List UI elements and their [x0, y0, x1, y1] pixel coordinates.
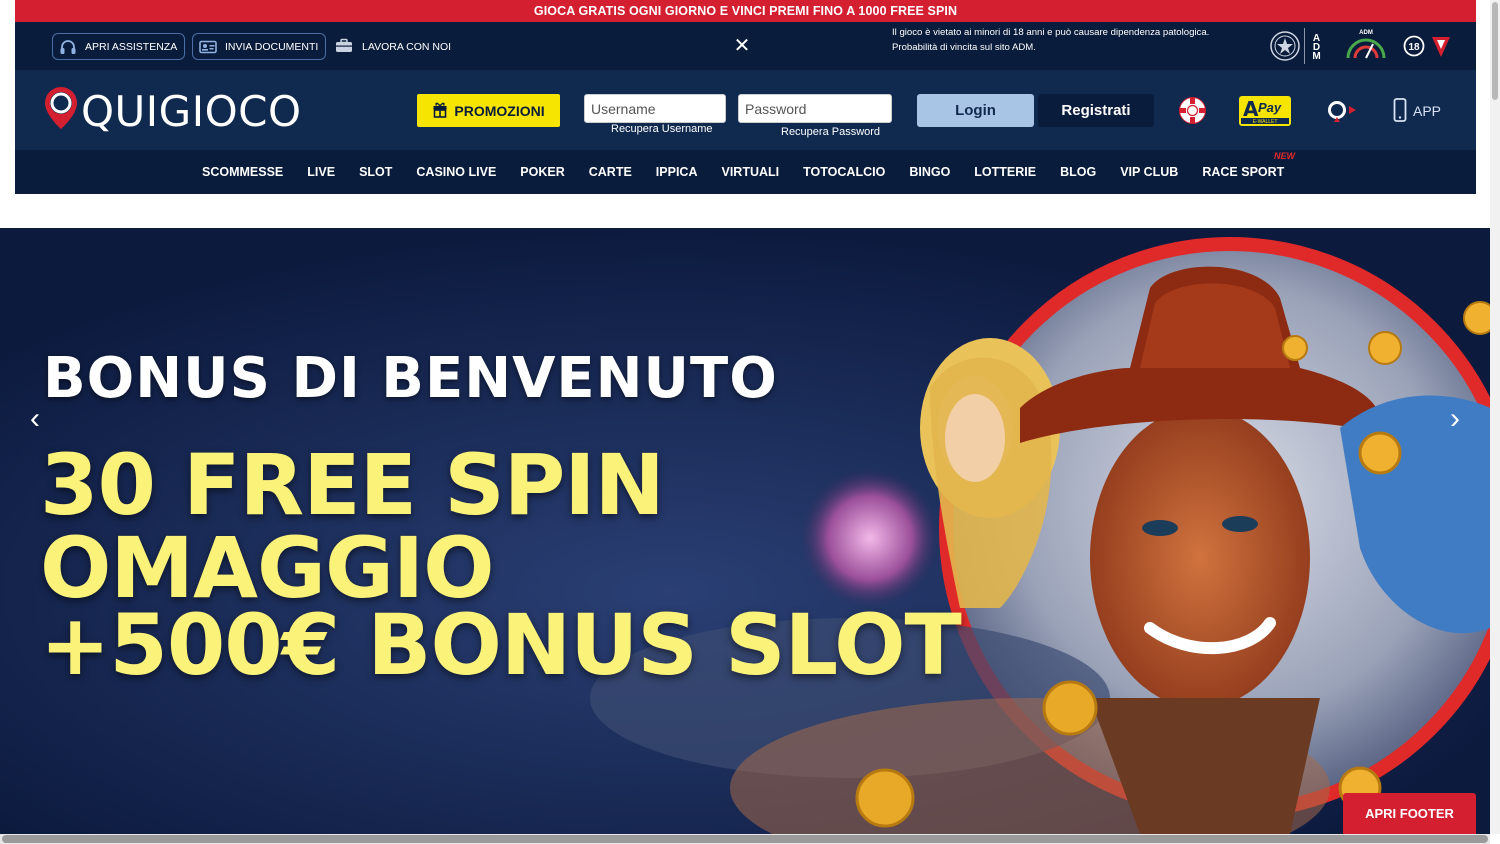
nav-item-carte[interactable]: CARTE: [589, 165, 632, 179]
nav-item-bingo[interactable]: BINGO: [909, 165, 950, 179]
utility-bar: APRI ASSISTENZA INVIA DOCUMENTI LAVORA C…: [15, 22, 1476, 70]
nav-item-ippica[interactable]: IPPICA: [656, 165, 698, 179]
nav-item-poker[interactable]: POKER: [520, 165, 564, 179]
promotions-label: PROMOZIONI: [454, 102, 545, 119]
location-pin-icon: [43, 85, 79, 138]
new-badge: NEW: [1274, 151, 1295, 161]
nav-item-casino-live[interactable]: CASINO LIVE: [416, 165, 496, 179]
main-navigation: SCOMMESSE LIVE SLOT CASINO LIVE POKER CA…: [15, 150, 1476, 194]
age-18-icon: 18: [1402, 28, 1426, 64]
smartphone-icon: [1393, 97, 1407, 125]
promotions-button[interactable]: PROMOZIONI: [417, 94, 560, 127]
svg-text:A: A: [1243, 97, 1259, 121]
send-documents-label: INVIA DOCUMENTI: [225, 40, 319, 53]
hero-line-free-spin: 30 FREE SPIN: [40, 436, 665, 534]
hero-title: BONUS DI BENVENUTO: [43, 346, 778, 411]
hero-carousel[interactable]: BONUS DI BENVENUTO 30 FREE SPIN OMAGGIO …: [0, 228, 1490, 834]
adm-gauge-label: ADM: [1359, 30, 1373, 36]
app-label: APP: [1413, 103, 1442, 119]
login-button[interactable]: Login: [917, 94, 1034, 127]
warning-text: Il gioco è vietato ai minori di 18 anni …: [892, 27, 1210, 38]
carousel-next-arrow-icon[interactable]: ›: [1443, 402, 1467, 436]
app-download-link[interactable]: APP: [1393, 97, 1442, 125]
adm-gauge-logo: ADM: [1343, 28, 1389, 64]
promo-banner-strip[interactable]: GIOCA GRATIS OGNI GIORNO E VINCI PREMI F…: [15, 0, 1476, 22]
nav-item-scommesse[interactable]: SCOMMESSE: [202, 165, 283, 179]
adm-probability-text: Probabilità di vincita sul sito ADM.: [892, 42, 1036, 53]
nav-items: SCOMMESSE LIVE SLOT CASINO LIVE POKER CA…: [202, 150, 1308, 194]
vertical-scrollbar[interactable]: [1490, 0, 1500, 834]
brand-name: QUIGIOCO: [81, 86, 302, 136]
nav-item-live[interactable]: LIVE: [307, 165, 335, 179]
adm-logo: ADM: [1304, 28, 1328, 64]
nav-item-virtuali[interactable]: VIRTUALI: [721, 165, 779, 179]
password-input[interactable]: [738, 94, 892, 123]
shield-warning-icon: [1429, 28, 1453, 64]
nav-item-lotterie[interactable]: LOTTERIE: [974, 165, 1036, 179]
work-with-us-label: LAVORA CON NOI: [362, 40, 452, 53]
close-icon[interactable]: ✕: [732, 34, 752, 58]
age-18-label: 18: [1408, 42, 1420, 53]
username-input[interactable]: [584, 94, 726, 123]
vertical-scrollbar-thumb[interactable]: [1492, 2, 1498, 100]
horizontal-scrollbar-thumb[interactable]: [2, 835, 1488, 843]
search-icon[interactable]: [1325, 98, 1359, 129]
nav-item-vip-club[interactable]: VIP CLUB: [1120, 165, 1178, 179]
register-button[interactable]: Registrati: [1038, 94, 1154, 127]
nav-item-slot[interactable]: SLOT: [359, 165, 392, 179]
open-assistance-label: APRI ASSISTENZA: [85, 40, 178, 53]
nav-item-race-sport[interactable]: RACE SPORT: [1202, 165, 1284, 179]
hero-line-bonus-slot: +500€ BONUS SLOT: [40, 596, 962, 694]
nav-item-blog[interactable]: BLOG: [1060, 165, 1096, 179]
open-assistance-button[interactable]: APRI ASSISTENZA: [52, 33, 186, 60]
apay-ewallet-sublabel: E-WALLET: [1253, 119, 1278, 125]
gambling-warning: Il gioco è vietato ai minori di 18 anni …: [892, 25, 1222, 55]
horizontal-scrollbar[interactable]: [0, 834, 1490, 844]
id-card-icon: [199, 40, 217, 54]
adm-logo-text: ADM: [1311, 32, 1322, 60]
apay-ewallet-logo[interactable]: A Pay E-WALLET: [1239, 96, 1291, 126]
briefcase-icon: [335, 38, 353, 56]
nav-item-totocalcio[interactable]: TOTOCALCIO: [803, 165, 885, 179]
open-footer-button[interactable]: APRI FOOTER: [1343, 793, 1476, 834]
work-with-us-link[interactable]: LAVORA CON NOI: [335, 33, 451, 60]
republic-emblem-icon: [1268, 28, 1302, 64]
headset-icon: [59, 39, 77, 54]
send-documents-button[interactable]: INVIA DOCUMENTI: [192, 33, 327, 60]
gift-icon: [432, 100, 448, 121]
lifebuoy-icon[interactable]: [1178, 96, 1207, 130]
recover-username-link[interactable]: Recupera Username: [611, 123, 713, 135]
brand-logo[interactable]: QUIGIOCO: [43, 85, 302, 138]
page: GIOCA GRATIS OGNI GIORNO E VINCI PREMI F…: [0, 0, 1500, 844]
carousel-prev-arrow-icon[interactable]: ‹: [23, 402, 47, 436]
header: QUIGIOCO PROMOZIONI Recupera Username Re…: [15, 70, 1476, 150]
recover-password-link[interactable]: Recupera Password: [781, 126, 880, 138]
apay-ewallet-title: Pay: [1258, 100, 1282, 115]
